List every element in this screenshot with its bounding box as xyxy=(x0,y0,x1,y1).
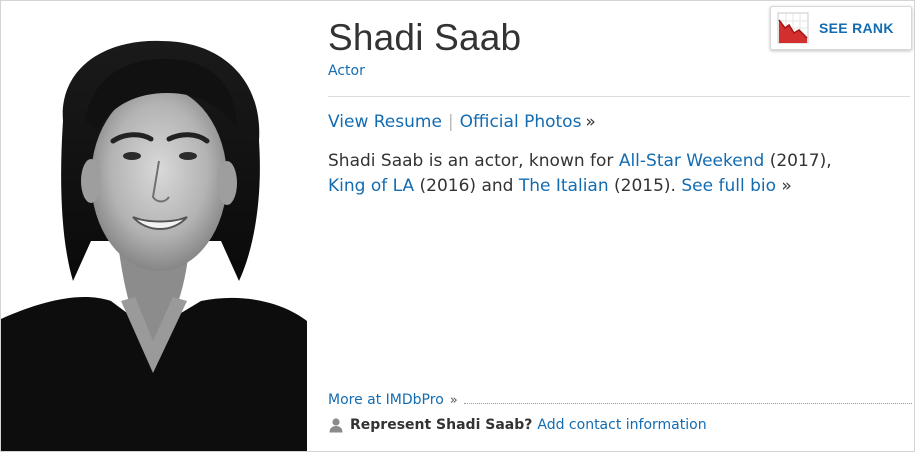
job-category-link[interactable]: Actor xyxy=(328,63,365,79)
bio-text: Shadi Saab is an actor, known for xyxy=(328,151,619,171)
bio-summary: Shadi Saab is an actor, known for All-St… xyxy=(328,149,908,199)
known-for-link-king-of-la[interactable]: King of LA xyxy=(328,176,414,196)
represent-row: Represent Shadi Saab? Add contact inform… xyxy=(328,417,707,433)
known-for-link-all-star-weekend[interactable]: All-Star Weekend xyxy=(619,151,764,171)
rank-chart-icon xyxy=(777,12,809,44)
info-panel: Shadi Saab Actor View Resume | Official Ph… xyxy=(328,1,914,451)
more-at-imdbpro-link[interactable]: More at IMDbPro xyxy=(328,392,444,408)
dotted-leader xyxy=(463,402,912,404)
quicklinks: View Resume | Official Photos» xyxy=(328,112,596,132)
raquo-glyph: » xyxy=(449,392,458,408)
see-rank-label: SEE RANK xyxy=(819,20,894,36)
known-for-link-the-italian[interactable]: The Italian xyxy=(519,176,609,196)
headshot-photo[interactable] xyxy=(1,1,307,451)
person-name: Shadi Saab xyxy=(328,17,522,58)
represent-question: Represent Shadi Saab? xyxy=(350,417,533,433)
imdbpro-row: More at IMDbPro » xyxy=(328,392,912,408)
headshot-image xyxy=(1,1,307,451)
name-overview-card: Shadi Saab Actor View Resume | Official Ph… xyxy=(0,0,915,452)
link-separator: | xyxy=(447,112,454,132)
raquo-glyph: » xyxy=(781,176,792,196)
see-rank-button[interactable]: SEE RANK xyxy=(770,6,912,50)
divider xyxy=(328,96,910,97)
raquo-glyph: » xyxy=(585,112,596,132)
bio-year-1: (2017), xyxy=(764,151,832,171)
add-contact-information-link[interactable]: Add contact information xyxy=(537,417,706,433)
see-full-bio-link[interactable]: See full bio xyxy=(681,176,776,196)
bio-year-2: (2016) and xyxy=(414,176,519,196)
view-resume-link[interactable]: View Resume xyxy=(328,112,442,132)
bio-year-3: (2015). xyxy=(608,176,682,196)
official-photos-link[interactable]: Official Photos xyxy=(460,112,582,132)
user-icon xyxy=(328,417,344,433)
